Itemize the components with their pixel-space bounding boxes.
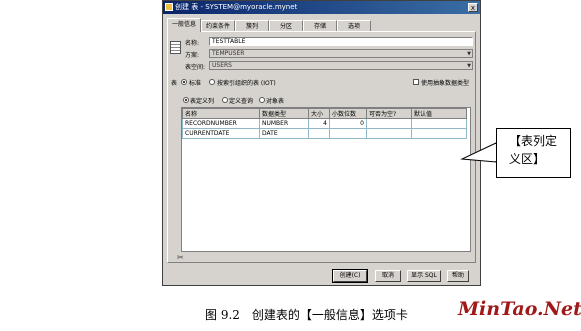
watermark-logo: MinTao.Net [458, 298, 581, 320]
callout-line: 【表列定 [509, 134, 558, 148]
callout-box: 【表列定 义区】 [496, 128, 571, 178]
tab-general[interactable]: 一般信息 [167, 18, 201, 32]
callout-line: 义区】 [509, 152, 546, 166]
figure-caption: 图 9.2 创建表的【一般信息】选项卡 [205, 308, 408, 322]
callout-pointer [460, 142, 497, 163]
